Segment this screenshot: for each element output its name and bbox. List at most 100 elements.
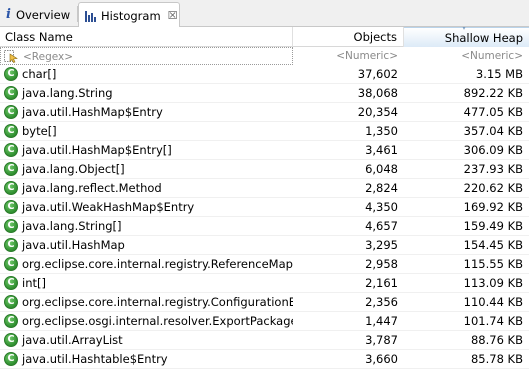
shallow-heap-cell: 85.78 KB: [470, 352, 523, 366]
shallow-heap-cell: 3.15 MB: [475, 67, 523, 81]
shallow-heap-cell: 115.55 KB: [463, 257, 523, 271]
shallow-heap-cell: 357.04 KB: [463, 124, 523, 138]
objects-cell: 2,161: [365, 276, 398, 290]
shallow-heap-cell: 220.62 KB: [463, 181, 523, 195]
class-icon: C: [4, 124, 18, 138]
class-name-cell: Cjava.lang.reflect.Method: [0, 179, 293, 198]
class-name-cell: Cjava.util.ArrayList: [0, 331, 293, 350]
class-name-text: java.lang.String[]: [22, 219, 122, 233]
class-icon: C: [4, 105, 18, 119]
shallow-heap-cell: 88.76 KB: [470, 333, 523, 347]
class-name-cell: Cjava.util.Hashtable$Entry: [0, 350, 293, 369]
objects-cell: 2,356: [365, 295, 398, 309]
table-row[interactable]: Cjava.util.HashMap$Entry[] 3,461 306.09 KB: [0, 141, 529, 160]
table-row[interactable]: Cjava.lang.String 38,068 892.22 KB: [0, 84, 529, 103]
class-name-cell: Cjava.lang.String[]: [0, 217, 293, 236]
objects-cell: 1,447: [365, 314, 398, 328]
class-icon: C: [4, 257, 18, 271]
table-row[interactable]: Cjava.lang.String[] 4,657 159.49 KB: [0, 217, 529, 236]
table-row[interactable]: Cjava.lang.reflect.Method 2,824 220.62 KB: [0, 179, 529, 198]
info-icon: i: [6, 7, 11, 22]
class-name-cell: Cjava.util.WeakHashMap$Entry: [0, 198, 293, 217]
table-row[interactable]: Cjava.util.Hashtable$Entry 3,660 85.78 KB: [0, 350, 529, 369]
class-name-text: java.lang.reflect.Method: [22, 181, 162, 195]
sort-descending-icon: ▾: [462, 27, 467, 32]
class-name-cell: Cjava.util.HashMap$Entry: [0, 103, 293, 122]
objects-cell: 20,354: [357, 105, 398, 119]
class-name-text: java.util.HashMap: [22, 238, 125, 252]
objects-cell: 1,350: [365, 124, 398, 138]
table-header: Class Name Objects Shallow Heap ▾: [0, 27, 529, 47]
class-name-text: org.eclipse.core.internal.registry.Refer…: [22, 257, 293, 271]
shallow-heap-cell: 113.09 KB: [463, 276, 523, 290]
class-name-cell: Cjava.util.HashMap$Entry[]: [0, 141, 293, 160]
shallow-heap-cell: 154.45 KB: [463, 238, 523, 252]
tab-overview[interactable]: i Overview: [0, 2, 77, 27]
table-row[interactable]: Corg.eclipse.core.internal.registry.Refe…: [0, 255, 529, 274]
tab-overview-label: Overview: [15, 7, 71, 22]
regex-placeholder: <Regex>: [23, 51, 74, 63]
tab-histogram-label: Histogram: [101, 8, 161, 23]
class-name-cell: Cbyte[]: [0, 122, 293, 141]
objects-cell: 3,295: [365, 238, 398, 252]
regex-filter-icon: [4, 50, 18, 63]
class-icon: C: [4, 86, 18, 100]
table-row[interactable]: Cjava.lang.Object[] 6,048 237.93 KB: [0, 160, 529, 179]
class-icon: C: [4, 352, 18, 366]
class-name-cell: Cjava.lang.String: [0, 84, 293, 103]
class-name-text: char[]: [22, 67, 57, 81]
table-row[interactable]: Cchar[] 37,602 3.15 MB: [0, 65, 529, 84]
class-icon: C: [4, 143, 18, 157]
objects-cell: 3,660: [365, 352, 398, 366]
class-name-cell: Corg.eclipse.osgi.internal.resolver.Expo…: [0, 312, 293, 331]
class-name-text: int[]: [22, 276, 46, 290]
column-header-class-name[interactable]: Class Name: [0, 27, 293, 47]
objects-cell: 2,958: [365, 257, 398, 271]
class-name-text: java.util.WeakHashMap$Entry: [22, 200, 195, 214]
class-icon: C: [4, 200, 18, 214]
shallow-heap-filter-input[interactable]: <Numeric>: [404, 47, 529, 65]
class-name-cell: Corg.eclipse.core.internal.registry.Conf…: [0, 293, 293, 312]
objects-cell: 38,068: [357, 86, 398, 100]
objects-cell: 3,787: [365, 333, 398, 347]
table-row[interactable]: Cjava.util.ArrayList 3,787 88.76 KB: [0, 331, 529, 350]
close-icon[interactable]: ☒: [168, 10, 178, 21]
objects-cell: 4,350: [365, 200, 398, 214]
shallow-heap-cell: 892.22 KB: [463, 86, 523, 100]
shallow-heap-cell: 477.05 KB: [463, 105, 523, 119]
editor-tab-bar: i Overview Histogram ☒: [0, 0, 529, 28]
objects-filter-input[interactable]: <Numeric>: [293, 47, 404, 65]
objects-cell: 4,657: [365, 219, 398, 233]
column-header-objects[interactable]: Objects: [293, 27, 404, 47]
objects-cell: 3,461: [365, 143, 398, 157]
table-row[interactable]: Cbyte[] 1,350 357.04 KB: [0, 122, 529, 141]
class-icon: C: [4, 333, 18, 347]
class-name-text: org.eclipse.osgi.internal.resolver.Expor…: [22, 314, 293, 328]
histogram-table: Class Name Objects Shallow Heap ▾ <Regex…: [0, 27, 529, 369]
table-row[interactable]: Cint[] 2,161 113.09 KB: [0, 274, 529, 293]
filter-row: <Regex> <Numeric> <Numeric>: [0, 47, 529, 65]
histogram-icon: [85, 10, 96, 22]
table-row[interactable]: Cjava.util.HashMap 3,295 154.45 KB: [0, 236, 529, 255]
class-name-text: java.util.HashMap$Entry: [22, 105, 163, 119]
class-name-text: byte[]: [22, 124, 57, 138]
table-row[interactable]: Cjava.util.HashMap$Entry 20,354 477.05 KB: [0, 103, 529, 122]
objects-cell: 6,048: [365, 162, 398, 176]
class-icon: C: [4, 162, 18, 176]
class-icon: C: [4, 181, 18, 195]
column-header-shallow-heap[interactable]: Shallow Heap: [404, 27, 529, 47]
class-name-cell: Corg.eclipse.core.internal.registry.Refe…: [0, 255, 293, 274]
class-icon: C: [4, 219, 18, 233]
table-row[interactable]: Corg.eclipse.core.internal.registry.Conf…: [0, 293, 529, 312]
class-name-text: java.lang.Object[]: [22, 162, 125, 176]
shallow-heap-cell: 159.49 KB: [463, 219, 523, 233]
table-row[interactable]: Cjava.util.WeakHashMap$Entry 4,350 169.92 …: [0, 198, 529, 217]
shallow-heap-cell: 101.74 KB: [463, 314, 523, 328]
tab-histogram[interactable]: Histogram ☒: [78, 2, 180, 28]
class-name-cell: Cint[]: [0, 274, 293, 293]
shallow-heap-cell: 306.09 KB: [463, 143, 523, 157]
class-name-filter-input[interactable]: <Regex>: [0, 47, 293, 65]
class-name-text: java.lang.String: [22, 86, 113, 100]
class-icon: C: [4, 314, 18, 328]
table-row[interactable]: Corg.eclipse.osgi.internal.resolver.Expo…: [0, 312, 529, 331]
